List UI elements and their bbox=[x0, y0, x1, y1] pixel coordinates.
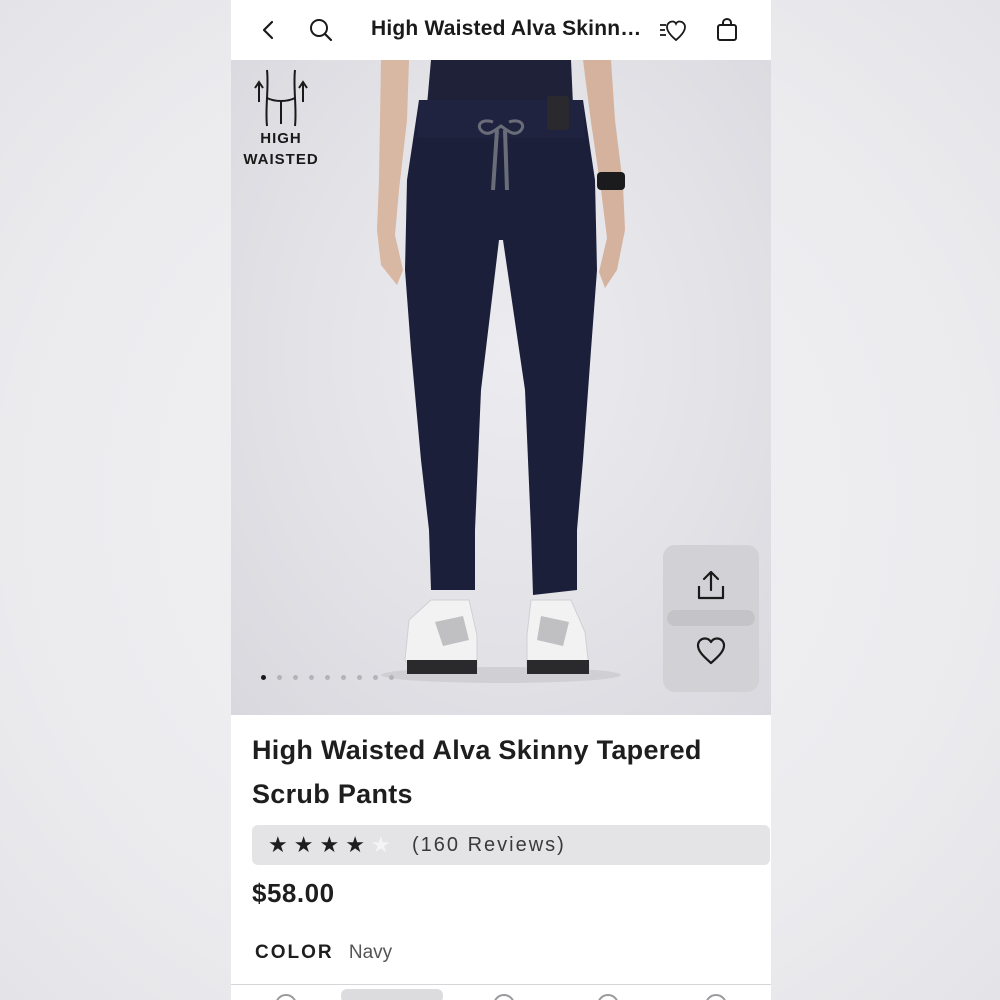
carousel-dots bbox=[261, 675, 394, 680]
wishlist-icon bbox=[660, 20, 686, 42]
image-actions-panel bbox=[663, 545, 759, 692]
star-filled-icon: ★ bbox=[268, 832, 288, 857]
favorite-button[interactable] bbox=[663, 619, 759, 683]
search-button[interactable] bbox=[305, 14, 337, 46]
bottom-tab-bar bbox=[231, 984, 771, 1000]
carousel-dot[interactable] bbox=[293, 675, 298, 680]
star-filled-icon: ★ bbox=[319, 832, 340, 857]
tab-item[interactable] bbox=[597, 994, 619, 1000]
product-image-carousel[interactable]: HIGH WAISTED bbox=[231, 60, 771, 715]
review-count[interactable]: (160 Reviews) bbox=[412, 834, 566, 857]
badge-line1: HIGH bbox=[260, 130, 302, 147]
carousel-dot[interactable] bbox=[277, 675, 282, 680]
wishlist-button[interactable] bbox=[657, 14, 689, 46]
waist-arrows-icon bbox=[254, 69, 308, 127]
rating-summary[interactable]: ★ ★ ★ ★ ★ (160 Reviews) bbox=[252, 825, 770, 865]
tab-item[interactable] bbox=[275, 994, 297, 1000]
tab-item[interactable] bbox=[493, 994, 515, 1000]
chevron-left-icon bbox=[262, 20, 274, 40]
phone-screen: High Waisted Alva Skinny Tapered Scrub P… bbox=[231, 0, 771, 1000]
carousel-dot[interactable] bbox=[373, 675, 378, 680]
star-rating: ★ ★ ★ ★ ★ bbox=[268, 833, 391, 857]
color-label: COLOR bbox=[255, 942, 334, 963]
carousel-dot[interactable] bbox=[357, 675, 362, 680]
carousel-dot[interactable] bbox=[309, 675, 314, 680]
product-title: High Waisted Alva Skinny Tapered Scrub P… bbox=[252, 735, 702, 809]
heart-icon bbox=[696, 637, 726, 665]
color-value: Navy bbox=[348, 942, 393, 963]
star-filled-icon: ★ bbox=[345, 832, 365, 857]
color-selector-label: COLOR Navy bbox=[255, 942, 392, 964]
tab-item[interactable] bbox=[705, 994, 727, 1000]
carousel-dot[interactable] bbox=[261, 675, 266, 680]
search-icon bbox=[310, 19, 333, 42]
share-button[interactable] bbox=[663, 553, 759, 617]
top-nav-bar: High Waisted Alva Skinny Tapered Scrub P… bbox=[231, 0, 771, 60]
high-waisted-badge: HIGH WAISTED bbox=[241, 68, 321, 170]
product-price: $58.00 bbox=[252, 878, 335, 908]
carousel-dot[interactable] bbox=[341, 675, 346, 680]
share-icon bbox=[697, 570, 725, 600]
star-filled-icon: ★ bbox=[293, 832, 314, 857]
carousel-dot[interactable] bbox=[325, 675, 330, 680]
active-tab-indicator bbox=[341, 989, 443, 1000]
carousel-dot[interactable] bbox=[389, 675, 394, 680]
cart-button[interactable] bbox=[711, 14, 743, 46]
bag-icon bbox=[717, 17, 737, 41]
back-button[interactable] bbox=[253, 14, 285, 46]
page-title: High Waisted Alva Skinny Tapered Scrub P… bbox=[371, 17, 651, 40]
badge-line2: WAISTED bbox=[243, 151, 319, 168]
star-empty-icon: ★ bbox=[370, 832, 391, 857]
